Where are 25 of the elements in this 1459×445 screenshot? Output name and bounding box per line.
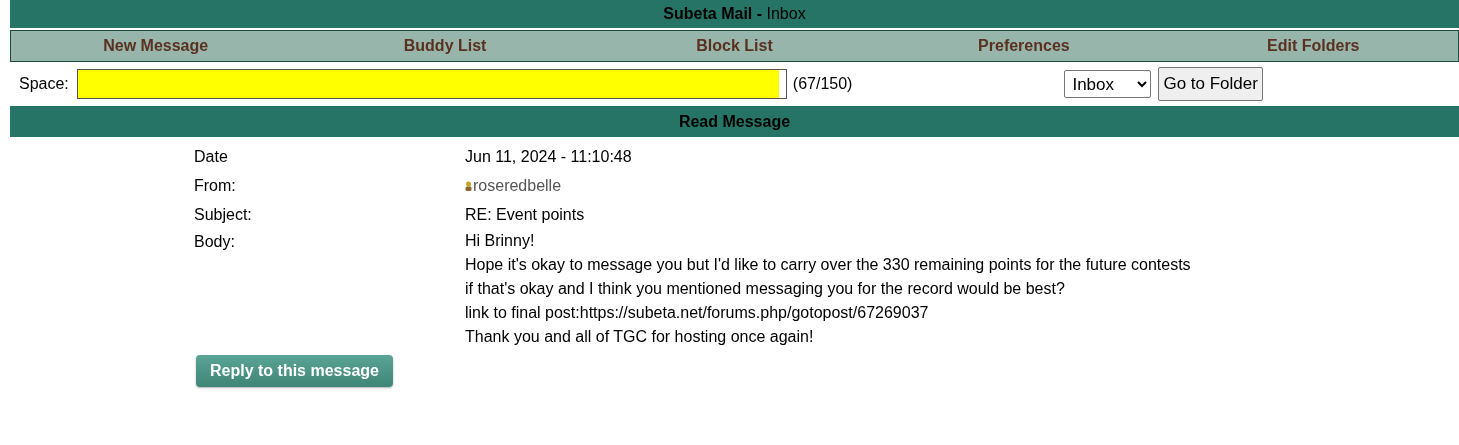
nav-link[interactable]: Edit Folders [1267,34,1360,58]
go-to-folder-button[interactable]: Go to Folder [1158,67,1263,101]
nav-link[interactable]: Buddy List [403,34,487,58]
user-link[interactable]: roseredbelle [473,173,562,198]
body-line: link to final post:https://subeta.net/forums.php/gotopost/67269037 [465,303,930,323]
reply-button[interactable]: Reply to this message [196,355,393,387]
nav-link[interactable]: Block List [696,34,773,58]
field-value: RE: Event points [465,204,585,225]
body-line: Hope it's okay to message you but I'd like to carry over the 330 remaining points for the future contests [465,255,1191,275]
body-line: if that's okay and I think you mentioned messaging you for the record would be best? [465,279,1066,299]
field-value: Jun 11, 2024 - 11:10:48 [465,146,632,167]
page-title: Subeta Mail - Inbox [663,4,806,24]
folder-dropdown[interactable]: Inbox [1064,70,1152,98]
user-icon [465,180,472,191]
field-label: Body: [194,232,236,252]
body-line: Hi Brinny! [465,231,536,251]
nav-link[interactable]: New Message [103,34,209,58]
field-label: Subject: [194,204,253,225]
body-line: Thank you and all of TGC for hosting once again! [465,327,815,347]
field-label: From: [194,175,237,196]
section-title: Read Message [678,111,791,132]
space-label: Space: [19,74,69,94]
space-reading: (67/150) [792,74,853,94]
field-label: Date [194,146,229,167]
nav-link[interactable]: Preferences [978,34,1070,58]
